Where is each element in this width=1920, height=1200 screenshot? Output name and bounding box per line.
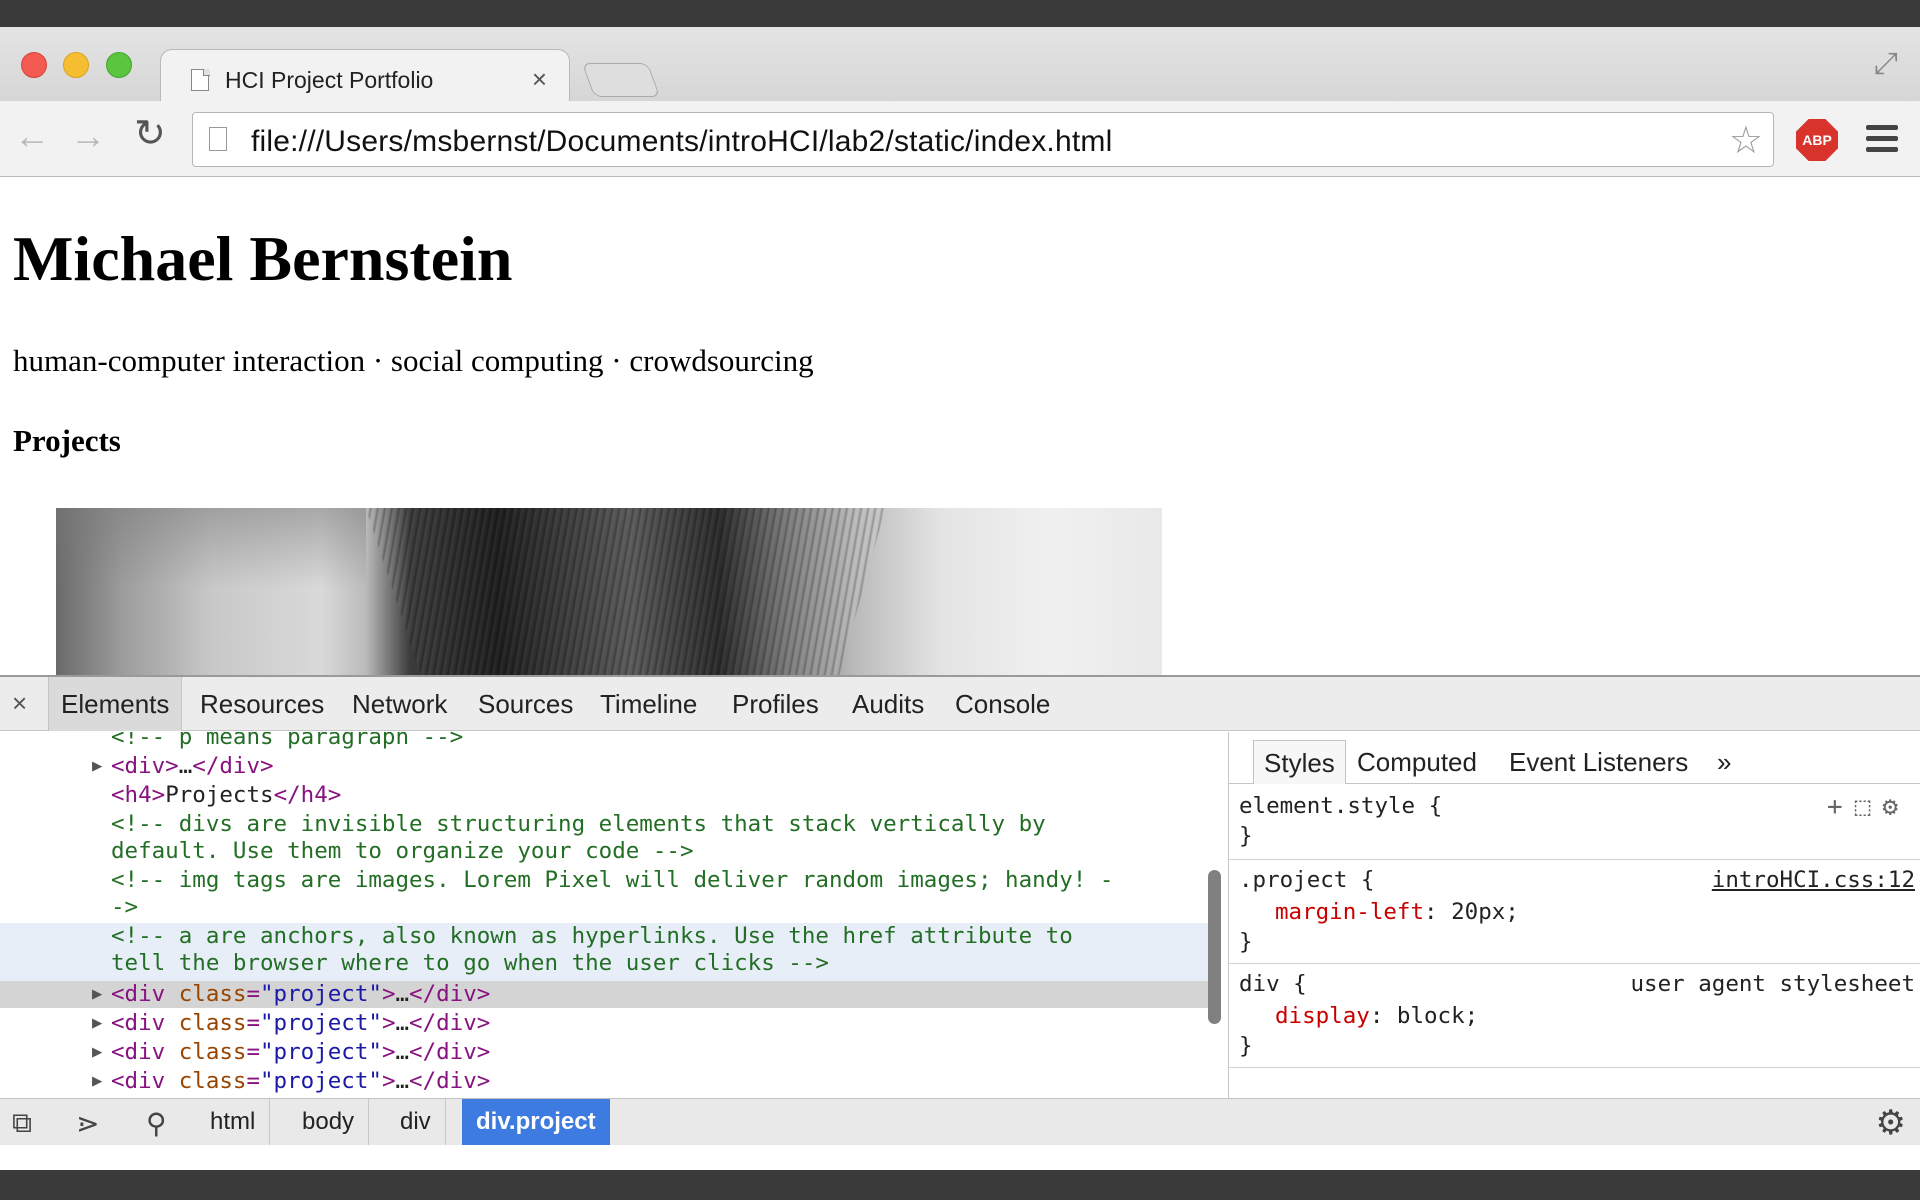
- element-state-icon[interactable]: ⬚: [1855, 792, 1883, 822]
- adblock-icon[interactable]: ABP: [1796, 119, 1838, 161]
- close-brace: }: [1239, 929, 1253, 955]
- property-line[interactable]: margin-left: 20px;: [1275, 898, 1519, 926]
- tab-resources[interactable]: Resources: [188, 677, 336, 731]
- selector[interactable]: element.style {: [1239, 792, 1442, 820]
- url-text[interactable]: file:///Users/msbernst/Documents/introHC…: [251, 125, 1112, 159]
- back-arrow-icon[interactable]: ←: [14, 115, 50, 157]
- selector[interactable]: div {: [1239, 970, 1307, 998]
- devtools-status-bar: ⧉ ⋗ ⚲ html body div div.project ⚙: [0, 1098, 1920, 1145]
- address-bar[interactable]: file:///Users/msbernst/Documents/introHC…: [192, 112, 1774, 167]
- settings-gear-icon[interactable]: ⚙: [1876, 1103, 1906, 1143]
- dom-node-comment[interactable]: <!-- img tags are images. Lorem Pixel wi…: [0, 867, 1212, 894]
- screen-bottom-edge: [0, 1170, 1920, 1200]
- styles-sidebar: Styles Computed Event Listeners » elemen…: [1228, 732, 1920, 1098]
- search-icon[interactable]: ⚲: [146, 1107, 167, 1140]
- expand-triangle-icon[interactable]: ▶: [92, 753, 102, 780]
- expand-triangle-icon[interactable]: ▶: [92, 1039, 102, 1066]
- dom-node-comment[interactable]: <!-- divs are invisible structuring elem…: [0, 811, 1212, 838]
- minimize-window-button[interactable]: [63, 52, 89, 78]
- tab-elements[interactable]: Elements: [48, 677, 183, 731]
- breadcrumb-div-project[interactable]: div.project: [462, 1099, 610, 1145]
- dom-node-div-project[interactable]: ▶ <div class="project">…</div>: [0, 1010, 1212, 1037]
- breadcrumb-div[interactable]: div: [386, 1099, 446, 1145]
- browser-tab[interactable]: HCI Project Portfolio ×: [160, 49, 570, 103]
- breadcrumb-body[interactable]: body: [288, 1099, 370, 1145]
- devtools-close-icon[interactable]: ×: [12, 688, 27, 719]
- rule-div: div { user agent stylesheet display: blo…: [1229, 964, 1920, 1068]
- dom-node-h4[interactable]: <h4>Projects</h4>: [0, 782, 1212, 809]
- style-tools: +⬚⚙: [1827, 792, 1910, 822]
- hamburger-menu-icon[interactable]: [1866, 125, 1898, 158]
- dom-node-comment-cont[interactable]: default. Use them to organize your code …: [0, 838, 1212, 865]
- projects-heading: Projects: [13, 423, 121, 458]
- tab-timeline[interactable]: Timeline: [588, 677, 709, 731]
- dom-node-comment-cont[interactable]: ->: [0, 894, 1212, 921]
- page-heading: Michael Bernstein: [13, 223, 513, 294]
- page-icon: [191, 69, 209, 91]
- close-brace: }: [1239, 1033, 1253, 1059]
- tab-profiles[interactable]: Profiles: [720, 677, 831, 731]
- tagline: human-computer interaction · social comp…: [13, 343, 814, 378]
- expand-triangle-icon[interactable]: ▶: [92, 1068, 102, 1095]
- tab-console[interactable]: Console: [943, 677, 1062, 731]
- page-icon: [209, 127, 227, 151]
- tab-event-listeners[interactable]: Event Listeners: [1499, 740, 1698, 784]
- dom-node-comment-cont[interactable]: tell the browser where to go when the us…: [0, 950, 1212, 977]
- tab-computed[interactable]: Computed: [1347, 740, 1487, 784]
- rule-element-style: element.style { }: [1229, 784, 1920, 860]
- tab-strip: HCI Project Portfolio × ⤢: [0, 27, 1920, 103]
- expand-triangle-icon[interactable]: ▶: [92, 981, 102, 1008]
- browser-toolbar: ← → ↻ file:///Users/msbernst/Documents/i…: [0, 101, 1920, 177]
- devtools-tab-bar: × Elements Resources Network Sources Tim…: [0, 677, 1920, 731]
- styles-tab-bar: Styles Computed Event Listeners »: [1229, 732, 1920, 784]
- dom-node-div-project[interactable]: ▶ <div class="project">…</div>: [0, 1039, 1212, 1066]
- breadcrumb-html[interactable]: html: [196, 1099, 271, 1145]
- more-tabs-icon[interactable]: »: [1707, 740, 1741, 784]
- close-window-button[interactable]: [21, 52, 47, 78]
- close-brace: }: [1239, 823, 1253, 849]
- property-line[interactable]: display: block;: [1275, 1002, 1478, 1030]
- zoom-window-button[interactable]: [106, 52, 132, 78]
- new-tab-button[interactable]: [581, 63, 661, 97]
- dock-icon[interactable]: ⧉: [12, 1107, 32, 1140]
- dom-node-comment[interactable]: <!-- p means paragraph -->: [0, 732, 1212, 751]
- source-link[interactable]: introHCI.css:12: [1712, 866, 1915, 894]
- bookmark-star-icon[interactable]: ☆: [1729, 118, 1763, 163]
- dom-node-div[interactable]: ▶ <div>…</div>: [0, 753, 1212, 780]
- reload-icon[interactable]: ↻: [134, 111, 166, 156]
- devtools-panel: × Elements Resources Network Sources Tim…: [0, 675, 1920, 1145]
- source-label: user agent stylesheet: [1630, 971, 1915, 997]
- forward-arrow-icon[interactable]: →: [70, 115, 106, 157]
- add-rule-icon[interactable]: +: [1827, 792, 1855, 822]
- dom-node-div-project-selected[interactable]: ▶ <div class="project">…</div>: [0, 981, 1212, 1008]
- tab-sources[interactable]: Sources: [466, 677, 585, 731]
- dom-scrollbar[interactable]: [1208, 870, 1221, 1024]
- web-page: Michael Bernstein human-computer interac…: [0, 178, 1920, 702]
- dom-tree[interactable]: <!-- p means paragraph --> ▶ <div>…</div>…: [0, 732, 1228, 1098]
- dom-node-div-project[interactable]: ▶ <div class="project">…</div>: [0, 1068, 1212, 1095]
- project-photo[interactable]: [56, 508, 1162, 702]
- expand-triangle-icon[interactable]: ▶: [92, 1010, 102, 1037]
- gear-icon[interactable]: ⚙: [1882, 792, 1910, 822]
- console-drawer-icon[interactable]: ⋗: [76, 1107, 99, 1140]
- rule-project: .project { introHCI.css:12 margin-left: …: [1229, 860, 1920, 964]
- fullscreen-icon[interactable]: ⤢: [1874, 47, 1898, 81]
- tab-network[interactable]: Network: [340, 677, 459, 731]
- tab-styles[interactable]: Styles: [1253, 740, 1346, 784]
- tab-title: HCI Project Portfolio: [225, 67, 434, 93]
- selector[interactable]: .project {: [1239, 866, 1374, 894]
- tab-audits[interactable]: Audits: [840, 677, 936, 731]
- tab-close-icon[interactable]: ×: [532, 64, 547, 95]
